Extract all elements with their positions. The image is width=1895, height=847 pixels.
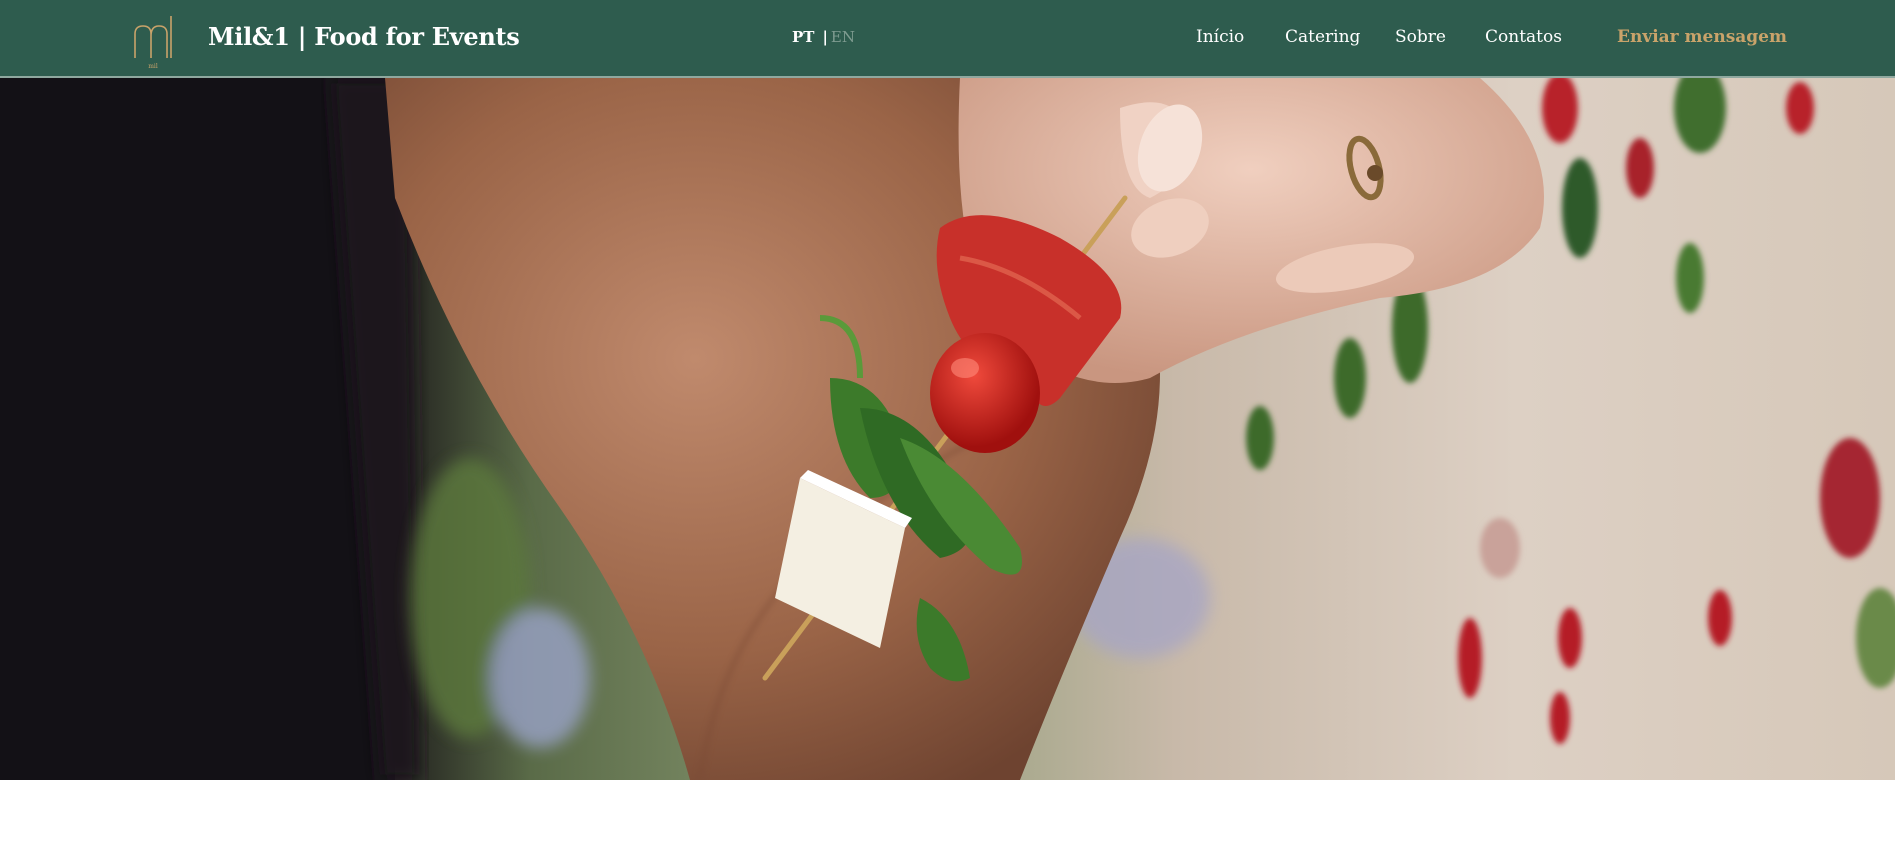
main-nav: Início Catering Sobre Contatos: [0, 27, 1895, 51]
send-message-button[interactable]: Enviar mensagem: [1617, 27, 1787, 47]
nav-item-sobre[interactable]: Sobre: [1395, 27, 1446, 47]
nav-item-catering[interactable]: Catering: [1285, 27, 1360, 47]
svg-text:mil: mil: [148, 63, 158, 70]
hero-slider[interactable]: [0, 78, 1895, 780]
site-header: mil Mil&1 | Food for Events PT | EN Início…: [0, 0, 1895, 78]
nav-item-inicio[interactable]: Início: [1196, 27, 1244, 47]
nav-item-contatos[interactable]: Contatos: [1485, 27, 1562, 47]
hero-image: [0, 78, 1895, 780]
